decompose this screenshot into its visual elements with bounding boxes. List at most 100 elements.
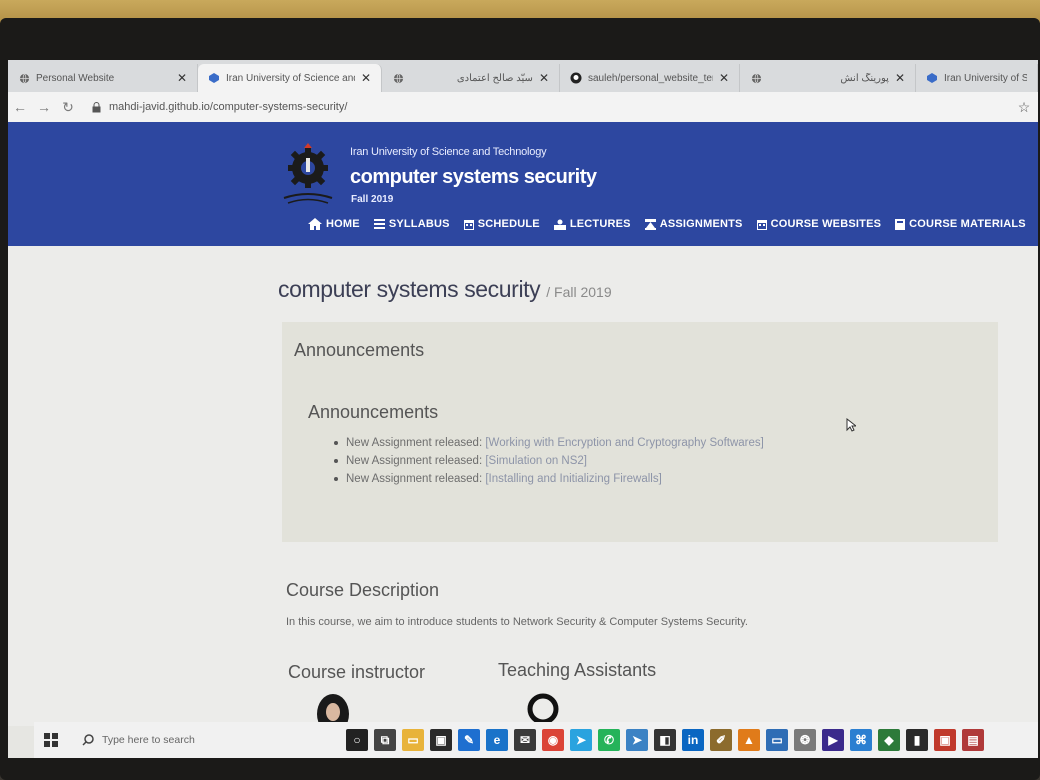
linkedin-icon[interactable]: in — [682, 729, 704, 751]
announcement-link[interactable]: [Simulation on NS2] — [485, 455, 587, 467]
nav-course-websites[interactable]: COURSE WEBSITES — [756, 218, 882, 230]
windows-start-icon[interactable] — [34, 722, 68, 758]
tab-title: سیّد صالح اعتمادی — [456, 72, 533, 84]
telegram-icon[interactable]: ➤ — [570, 729, 592, 751]
close-icon[interactable]: ✕ — [719, 71, 729, 85]
task-view-icon[interactable]: ⧉ — [374, 729, 396, 751]
tab-persian-1[interactable]: سیّد صالح اعتمادی ✕ — [382, 64, 560, 92]
tab-personal-website[interactable]: Personal Website ✕ — [8, 64, 198, 92]
close-icon[interactable]: ✕ — [895, 71, 905, 85]
edge-icon[interactable]: e — [486, 729, 508, 751]
nav-schedule-label: SCHEDULE — [477, 218, 540, 230]
nav-schedule[interactable]: SCHEDULE — [463, 218, 540, 230]
bullet-icon — [334, 459, 338, 463]
back-arrow-icon[interactable]: ← — [8, 95, 32, 119]
taskbar: Type here to search ○ ⧉ ▭ ▣ ✎ e ✉ ◉ ➤ ✆ ➤ ◧ in ✐ ▲ ▭ ❂ ▶ ⌘… — [34, 722, 1038, 758]
announcement-text: New Assignment released: — [346, 455, 486, 467]
tab-iran-university-2[interactable]: Iran University of Sc — [916, 64, 1038, 92]
taskbar-search[interactable]: Type here to search — [68, 725, 336, 755]
list-item: New Assignment released: [Working with E… — [334, 434, 764, 452]
telegram-alt-icon[interactable]: ➤ — [626, 729, 648, 751]
announcements-panel: Announcements Announcements New Assignme… — [282, 322, 998, 542]
vlc-icon[interactable]: ▲ — [738, 729, 760, 751]
course-description-text: In this course, we aim to introduce stud… — [286, 616, 748, 628]
app-dark-icon[interactable]: ◧ — [654, 729, 676, 751]
nav-course-materials-label: COURSE MATERIALS — [909, 218, 1026, 230]
page-title-text: computer systems security — [278, 276, 541, 302]
calendar-icon — [756, 219, 767, 230]
announcement-link[interactable]: [Installing and Initializing Firewalls] — [485, 473, 661, 485]
bullet-icon — [334, 477, 338, 481]
calendar-icon — [463, 219, 474, 230]
nav-course-materials[interactable]: COURSE MATERIALS — [895, 218, 1026, 230]
lock-icon — [92, 101, 101, 112]
url-field[interactable]: mahdi-javid.github.io/computer-systems-s… — [92, 101, 1010, 113]
url-text: mahdi-javid.github.io/computer-systems-s… — [109, 101, 348, 113]
announcements-list: New Assignment released: [Working with E… — [334, 434, 764, 488]
list-item: New Assignment released: [Installing and… — [334, 470, 764, 488]
screen: Personal Website ✕ Iran University of Sc… — [8, 60, 1038, 758]
taskbar-search-placeholder: Type here to search — [102, 734, 195, 746]
site-course-title[interactable]: computer systems security — [350, 166, 597, 189]
close-icon[interactable]: ✕ — [177, 71, 187, 85]
taskbar-apps: ○ ⧉ ▭ ▣ ✎ e ✉ ◉ ➤ ✆ ➤ ◧ in ✐ ▲ ▭ ❂ ▶ ⌘ ◆ ▮ ▣ ▤ — [346, 729, 984, 751]
main-nav: HOME SYLLABUS SCHEDULE LECTURES ASSIGNME… — [308, 218, 1026, 230]
page-subtitle: / Fall 2019 — [546, 284, 612, 300]
media-player-icon[interactable]: ▶ — [822, 729, 844, 751]
terminal-icon[interactable]: ▮ — [906, 729, 928, 751]
nav-lectures[interactable]: LECTURES — [553, 218, 631, 230]
globe-icon — [18, 72, 30, 84]
bullet-icon — [334, 441, 338, 445]
nav-home-label: HOME — [326, 218, 360, 230]
tab-iran-university[interactable]: Iran University of Science and ✕ — [198, 64, 382, 92]
paint-icon[interactable]: ✐ — [710, 729, 732, 751]
cortana-icon[interactable]: ○ — [346, 729, 368, 751]
instructor-heading: Course instructor — [288, 662, 426, 682]
nav-course-websites-label: COURSE WEBSITES — [770, 218, 882, 230]
nav-assignments[interactable]: ASSIGNMENTS — [644, 218, 743, 230]
tab-title: Iran University of Science and — [226, 72, 355, 84]
tab-title: پورینگ آنش — [840, 72, 889, 84]
close-icon[interactable]: ✕ — [361, 71, 371, 85]
tab-title: sauleh/personal_website_ter — [588, 72, 713, 84]
university-name: Iran University of Science and Technolog… — [350, 146, 547, 158]
close-icon[interactable]: ✕ — [539, 71, 549, 85]
bookmark-star-icon[interactable]: ☆ — [1010, 99, 1038, 116]
app-gray-icon[interactable]: ❂ — [794, 729, 816, 751]
nav-home[interactable]: HOME — [308, 218, 360, 230]
reload-icon[interactable]: ↻ — [56, 95, 80, 119]
app-red-icon[interactable]: ▣ — [934, 729, 956, 751]
forward-arrow-icon[interactable]: → — [32, 95, 56, 119]
store-icon[interactable]: ▣ — [430, 729, 452, 751]
nav-assignments-label: ASSIGNMENTS — [659, 218, 743, 230]
globe-icon — [392, 72, 404, 84]
nav-lectures-label: LECTURES — [569, 218, 631, 230]
tab-strip: Personal Website ✕ Iran University of Sc… — [8, 60, 1038, 92]
mail-icon[interactable]: ✉ — [514, 729, 536, 751]
page-content: computer systems security / Fall 2019 Ann… — [8, 246, 1038, 726]
university-logo — [283, 143, 333, 204]
site-header: Iran University of Science and Technolog… — [8, 122, 1038, 246]
file-explorer-icon[interactable]: ▭ — [402, 729, 424, 751]
tab-github[interactable]: sauleh/personal_website_ter ✕ — [560, 64, 740, 92]
list-icon — [373, 219, 385, 229]
announcement-text: New Assignment released: — [346, 437, 486, 449]
app-green-icon[interactable]: ◆ — [878, 729, 900, 751]
tab-title: Iran University of Sc — [944, 72, 1027, 84]
announcement-link[interactable]: [Working with Encryption and Cryptograph… — [485, 437, 763, 449]
tab-persian-2[interactable]: پورینگ آنش ✕ — [740, 64, 916, 92]
search-icon — [82, 734, 94, 746]
nav-syllabus[interactable]: SYLLABUS — [373, 218, 450, 230]
app-red2-icon[interactable]: ▤ — [962, 729, 984, 751]
vscode-icon[interactable]: ⌘ — [850, 729, 872, 751]
instructor-avatar — [310, 692, 356, 726]
assignment-icon — [644, 218, 656, 230]
whatsapp-icon[interactable]: ✆ — [598, 729, 620, 751]
announcements-heading: Announcements — [294, 340, 425, 360]
site-icon — [926, 72, 938, 84]
chrome-icon[interactable]: ◉ — [542, 729, 564, 751]
ta-heading: Teaching Assistants — [498, 660, 657, 680]
app-blue-icon[interactable]: ✎ — [458, 729, 480, 751]
remote-desktop-icon[interactable]: ▭ — [766, 729, 788, 751]
address-bar: ← → ↻ mahdi-javid.github.io/computer-sys… — [8, 92, 1038, 122]
